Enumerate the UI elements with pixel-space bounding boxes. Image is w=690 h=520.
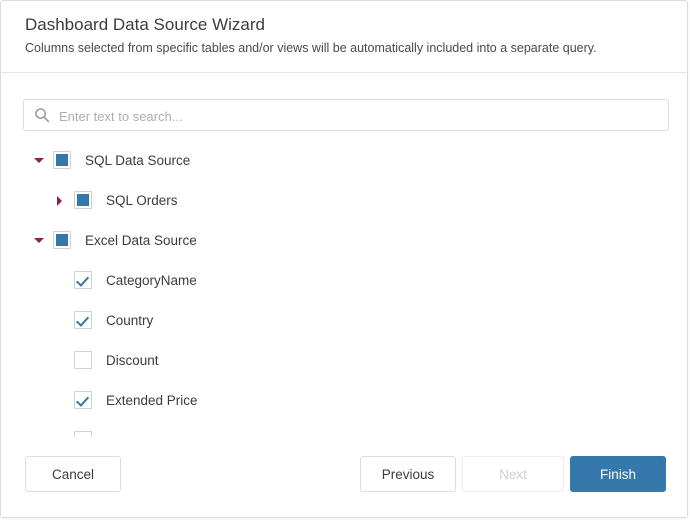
chevron-down-icon[interactable]: [32, 233, 46, 247]
tree-row[interactable]: Discount: [1, 340, 687, 380]
tree-row[interactable]: CategoryName: [1, 260, 687, 300]
tree-item-label: Country: [106, 312, 154, 328]
dialog-header: Dashboard Data Source Wizard Columns sel…: [1, 1, 687, 73]
chevron-right-icon[interactable]: [53, 193, 67, 207]
tree-checkbox[interactable]: [74, 191, 92, 209]
tree-item-label: Extended Price: [106, 392, 198, 408]
tree-item-label: SQL Data Source: [85, 152, 191, 168]
previous-button[interactable]: Previous: [360, 456, 456, 492]
tree-row[interactable]: Country: [1, 300, 687, 340]
search-icon: [34, 107, 50, 123]
search-row: [23, 99, 669, 132]
dialog-footer: Cancel Previous Next Finish: [1, 437, 687, 517]
cancel-button[interactable]: Cancel: [25, 456, 121, 492]
chevron-down-icon[interactable]: [32, 153, 46, 167]
tree-row[interactable]: SQL Data Source: [1, 140, 687, 180]
tree-item-label: Excel Data Source: [85, 232, 197, 248]
dialog-body: SQL Data Source SQL Orders Excel Data Sour…: [1, 74, 687, 437]
next-button: Next: [462, 456, 564, 492]
data-source-tree[interactable]: SQL Data Source SQL Orders Excel Data Sour…: [1, 140, 687, 437]
tree-row[interactable]: [1, 420, 687, 437]
tree-checkbox[interactable]: [53, 151, 71, 169]
search-box[interactable]: [23, 99, 669, 132]
tree-checkbox[interactable]: [74, 311, 92, 329]
tree-row[interactable]: SQL Orders: [1, 180, 687, 220]
tree-row[interactable]: Excel Data Source: [1, 220, 687, 260]
search-input[interactable]: [57, 100, 662, 132]
tree-item-label: CategoryName: [106, 272, 197, 288]
tree-checkbox[interactable]: [74, 391, 92, 409]
tree-checkbox[interactable]: [53, 231, 71, 249]
tree-row[interactable]: Extended Price: [1, 380, 687, 420]
tree-item-label: SQL Orders: [106, 192, 178, 208]
tree-item-label: Discount: [106, 352, 159, 368]
tree-checkbox[interactable]: [74, 351, 92, 369]
dashboard-data-source-wizard-dialog: Dashboard Data Source Wizard Columns sel…: [0, 0, 688, 518]
page-subtitle: Columns selected from specific tables an…: [25, 41, 597, 55]
tree-checkbox[interactable]: [74, 271, 92, 289]
page-title: Dashboard Data Source Wizard: [25, 15, 266, 34]
finish-button[interactable]: Finish: [570, 456, 666, 492]
